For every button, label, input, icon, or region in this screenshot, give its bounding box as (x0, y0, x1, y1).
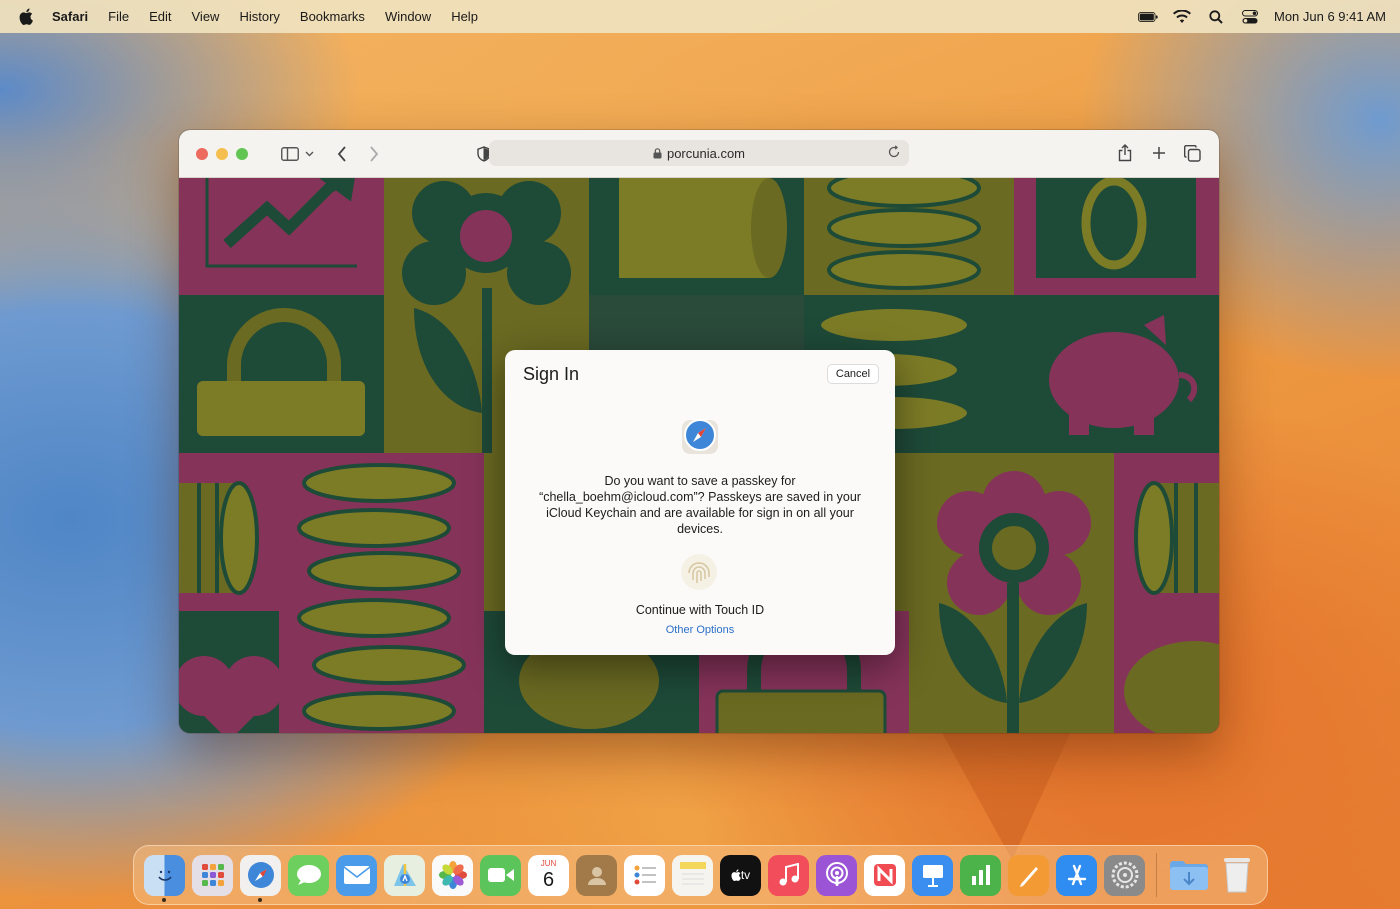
touch-id-label: Continue with Touch ID (635, 603, 765, 617)
safari-dock-icon[interactable] (240, 854, 281, 902)
running-indicator (162, 897, 166, 902)
menu-app-name[interactable]: Safari (52, 9, 88, 24)
dock: JUN 6 tv (133, 845, 1268, 905)
facetime-icon[interactable] (480, 854, 521, 896)
cancel-button[interactable]: Cancel (827, 364, 879, 384)
webpage-pattern: Sign In Cancel Do you want to save a pas… (179, 178, 1219, 733)
photos-icon[interactable] (432, 854, 473, 896)
touch-id-icon[interactable] (680, 553, 718, 591)
apple-menu-icon[interactable] (16, 8, 36, 26)
lock-icon (653, 147, 662, 159)
reload-icon[interactable] (887, 145, 901, 159)
app-store-icon[interactable] (1056, 854, 1097, 896)
apple-tv-icon[interactable]: tv (720, 854, 761, 896)
podcasts-icon[interactable] (816, 854, 857, 896)
piggy-bank-tile (1014, 295, 1219, 453)
reminders-icon[interactable] (624, 854, 665, 896)
safari-app-icon (680, 416, 720, 456)
other-options-link[interactable]: Other Options (505, 624, 895, 636)
banknote-tile (1014, 178, 1219, 295)
coin-tile-corner (1114, 611, 1219, 733)
back-icon[interactable] (330, 142, 354, 166)
finder-icon[interactable] (144, 854, 185, 902)
zoom-window-button[interactable] (236, 147, 248, 160)
browser-toolbar: porcunia.com (179, 130, 1219, 178)
share-icon[interactable] (1113, 141, 1137, 165)
dialog-title: Sign In (523, 364, 580, 384)
forward-icon[interactable] (362, 142, 386, 166)
calendar-icon[interactable]: JUN 6 (528, 854, 569, 896)
calendar-day: 6 (542, 869, 555, 891)
lock-tile (179, 295, 384, 453)
new-tab-icon[interactable] (1147, 141, 1171, 165)
close-window-button[interactable] (196, 147, 208, 160)
trash-icon[interactable] (1216, 855, 1257, 896)
dialog-message: Do you want to save a passkey for “chell… (539, 474, 861, 536)
safari-window: porcunia.com Sign In Cancel Do you want … (179, 130, 1219, 733)
chart-tile (179, 178, 384, 295)
maps-icon[interactable] (384, 854, 425, 896)
window-controls (196, 147, 248, 160)
numbers-icon[interactable] (960, 854, 1001, 896)
downloads-folder-icon[interactable] (1168, 855, 1209, 896)
menu-view[interactable]: View (192, 9, 220, 24)
calendar-month: JUN (540, 859, 557, 868)
coin-stack-tile (589, 178, 804, 295)
search-icon[interactable] (1206, 9, 1226, 25)
menu-history[interactable]: History (239, 9, 279, 24)
minimize-window-button[interactable] (216, 147, 228, 160)
news-icon[interactable] (864, 854, 905, 896)
coin-tower-tile (279, 453, 484, 733)
menu-bar: Safari File Edit View History Bookmarks … (0, 0, 1400, 33)
running-indicator (258, 897, 262, 902)
launchpad-icon[interactable] (192, 854, 233, 896)
tab-overview-icon[interactable] (1180, 141, 1204, 165)
mail-icon[interactable] (336, 854, 377, 896)
menu-clock[interactable]: Mon Jun 6 9:41 AM (1274, 9, 1386, 24)
coin-side-tile-left (179, 453, 279, 611)
coins-tile-top (804, 178, 1014, 295)
url-text: porcunia.com (666, 145, 746, 161)
messages-icon[interactable] (288, 854, 329, 896)
wifi-icon[interactable] (1172, 9, 1192, 25)
coin-side-tile-right (1114, 453, 1219, 611)
music-icon[interactable] (768, 854, 809, 896)
keynote-icon[interactable] (912, 854, 953, 896)
sign-in-dialog: Sign In Cancel Do you want to save a pas… (505, 350, 895, 655)
system-settings-icon[interactable] (1104, 854, 1145, 896)
battery-icon[interactable] (1137, 9, 1158, 25)
tv-label: tv (740, 868, 751, 882)
sidebar-toggle-icon[interactable] (278, 142, 302, 166)
menu-bookmarks[interactable]: Bookmarks (300, 9, 365, 24)
menu-help[interactable]: Help (451, 9, 478, 24)
address-bar[interactable]: porcunia.com (489, 140, 909, 166)
pages-icon[interactable] (1008, 854, 1049, 896)
control-center-icon[interactable] (1240, 9, 1260, 25)
notes-icon[interactable] (672, 854, 713, 896)
heart-tile (179, 611, 279, 733)
contacts-icon[interactable] (576, 854, 617, 896)
menu-file[interactable]: File (108, 9, 129, 24)
dock-separator (1156, 853, 1157, 897)
chevron-down-icon[interactable] (302, 142, 316, 166)
flower-tile-right (909, 453, 1114, 733)
menu-window[interactable]: Window (385, 9, 431, 24)
menu-edit[interactable]: Edit (149, 9, 171, 24)
